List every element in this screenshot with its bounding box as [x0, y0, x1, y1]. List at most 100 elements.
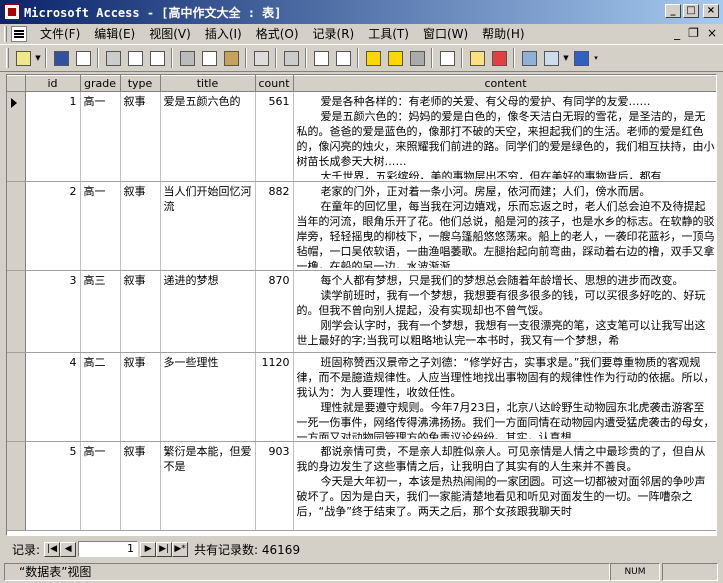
hyperlink-button[interactable]	[280, 47, 302, 69]
print-preview-button[interactable]	[124, 47, 146, 69]
current-record-input[interactable]: 1	[78, 541, 139, 557]
table-row[interactable]: 1 高一 叙事 爱是五颜六色的 561 爱是各种各样的：有老师的关爱、有父母的爱…	[7, 91, 716, 182]
mdi-restore-button[interactable]: ❐	[688, 26, 699, 40]
column-header-id[interactable]: id	[25, 75, 81, 92]
menu-view[interactable]: 视图(V)	[142, 25, 198, 43]
cell-grade[interactable]: 高三	[80, 270, 121, 353]
minimize-button[interactable]: _	[665, 4, 681, 18]
cell-id[interactable]: 5	[25, 441, 81, 531]
menu-format[interactable]: 格式(O)	[249, 25, 306, 43]
chevron-down-icon[interactable]: ▼	[34, 54, 42, 62]
cell-grade[interactable]: 高二	[80, 352, 121, 442]
menu-tools[interactable]: 工具(T)	[361, 25, 416, 43]
cell-grade[interactable]: 高一	[80, 181, 121, 271]
undo-button[interactable]	[250, 47, 272, 69]
table-row[interactable]: 3 高三 叙事 递进的梦想 870 每个人都有梦想，只是我们的梦想总会随着年龄增…	[7, 270, 716, 353]
menu-records[interactable]: 记录(R)	[306, 25, 362, 43]
cell-content[interactable]: 爱是各种各样的：有老师的关爱、有父母的爱护、有同学的友爱…… 爱是五颜六色的：妈妈…	[293, 91, 716, 182]
menu-help[interactable]: 帮助(H)	[475, 25, 531, 43]
record-selector[interactable]	[7, 181, 26, 271]
maximize-button[interactable]: □	[683, 4, 699, 18]
cell-type[interactable]: 叙事	[120, 441, 161, 531]
save-button[interactable]	[50, 47, 72, 69]
last-record-button[interactable]: ▶|	[156, 541, 173, 557]
access-app-icon[interactable]	[4, 4, 20, 20]
cell-content[interactable]: 老家的门外，正对着一条小河。房屋，依河而建；人们，傍水而居。 在童年的回忆里，每当…	[293, 181, 716, 271]
new-record-nav-button[interactable]: ▶*	[172, 541, 189, 557]
cell-title[interactable]: 当人们开始回忆河流	[160, 181, 256, 271]
help-button[interactable]	[570, 47, 592, 69]
filter-by-selection-button[interactable]	[362, 47, 384, 69]
record-selector[interactable]	[7, 441, 26, 531]
mdi-minimize-button[interactable]: _	[674, 26, 680, 40]
first-record-button[interactable]: |◀	[44, 541, 61, 557]
column-header-title[interactable]: title	[160, 75, 256, 92]
menu-edit[interactable]: 编辑(E)	[87, 25, 142, 43]
record-selector[interactable]	[7, 91, 26, 182]
close-button[interactable]: ×	[703, 4, 719, 18]
record-selector[interactable]	[7, 352, 26, 442]
cell-count[interactable]: 561	[255, 91, 294, 182]
spelling-button[interactable]	[146, 47, 168, 69]
cell-title[interactable]: 递进的梦想	[160, 270, 256, 353]
menu-insert[interactable]: 插入(I)	[198, 25, 249, 43]
cell-content[interactable]: 都说亲情可贵，不是亲人却胜似亲人。可见亲情是人情之中最珍贵的了，但自从我的身边发…	[293, 441, 716, 531]
sort-descending-button[interactable]	[332, 47, 354, 69]
toolbar-options-icon[interactable]: ▾	[592, 54, 600, 62]
print-button[interactable]	[102, 47, 124, 69]
status-panel	[662, 563, 718, 581]
datasheet-grid[interactable]: id grade type title count content 1 高一 叙…	[6, 74, 717, 536]
cell-grade[interactable]: 高一	[80, 441, 121, 531]
menu-window[interactable]: 窗口(W)	[416, 25, 475, 43]
cell-count[interactable]: 1120	[255, 352, 294, 442]
column-header-grade[interactable]: grade	[80, 75, 121, 92]
record-selector[interactable]	[7, 270, 26, 353]
cell-content[interactable]: 班固称赞西汉景帝之子刘德：“修学好古，实事求是。”我们要尊重物质的客观规律，而不…	[293, 352, 716, 442]
previous-record-button[interactable]: ◀	[60, 541, 77, 557]
column-header-count[interactable]: count	[255, 75, 294, 92]
paste-button[interactable]	[220, 47, 242, 69]
database-window-button[interactable]	[518, 47, 540, 69]
chevron-down-icon[interactable]: ▼	[562, 54, 570, 62]
cell-id[interactable]: 1	[25, 91, 81, 182]
table-row[interactable]: 5 高一 叙事 繁衍是本能，但爱不是 903 都说亲情可贵，不是亲人却胜似亲人。…	[7, 441, 716, 531]
filter-by-form-button[interactable]	[384, 47, 406, 69]
find-button[interactable]	[436, 47, 458, 69]
search-button[interactable]	[72, 47, 94, 69]
toolbar-grip[interactable]	[6, 48, 9, 68]
cell-id[interactable]: 4	[25, 352, 81, 442]
cell-count[interactable]: 870	[255, 270, 294, 353]
table-window-icon[interactable]	[11, 26, 27, 42]
cell-count[interactable]: 903	[255, 441, 294, 531]
cell-type[interactable]: 叙事	[120, 270, 161, 353]
cell-title[interactable]: 多一些理性	[160, 352, 256, 442]
new-record-button[interactable]	[466, 47, 488, 69]
menu-file[interactable]: 文件(F)	[33, 25, 87, 43]
copy-button[interactable]	[198, 47, 220, 69]
new-object-button[interactable]	[540, 47, 562, 69]
menubar-grip[interactable]	[4, 26, 7, 42]
cell-id[interactable]: 3	[25, 270, 81, 353]
cell-grade[interactable]: 高一	[80, 91, 121, 182]
sort-ascending-button[interactable]	[310, 47, 332, 69]
cell-id[interactable]: 2	[25, 181, 81, 271]
apply-filter-button[interactable]	[406, 47, 428, 69]
cell-type[interactable]: 叙事	[120, 352, 161, 442]
table-row[interactable]: 4 高二 叙事 多一些理性 1120 班固称赞西汉景帝之子刘德：“修学好古，实事…	[7, 352, 716, 442]
cell-count[interactable]: 882	[255, 181, 294, 271]
cell-content[interactable]: 每个人都有梦想，只是我们的梦想总会随着年龄增长、思想的进步而改变。 读学前班时，我…	[293, 270, 716, 353]
cut-button[interactable]	[176, 47, 198, 69]
next-record-button[interactable]: ▶	[140, 541, 157, 557]
mdi-close-button[interactable]: ×	[707, 26, 717, 40]
table-row[interactable]: 2 高一 叙事 当人们开始回忆河流 882 老家的门外，正对着一条小河。房屋，依…	[7, 181, 716, 271]
delete-record-button[interactable]	[488, 47, 510, 69]
cell-type[interactable]: 叙事	[120, 181, 161, 271]
title-bar[interactable]: Microsoft Access - [高中作文大全 : 表] _ □ ×	[0, 0, 723, 24]
design-view-button[interactable]	[12, 47, 34, 69]
cell-title[interactable]: 繁衍是本能，但爱不是	[160, 441, 256, 531]
cell-type[interactable]: 叙事	[120, 91, 161, 182]
column-header-content[interactable]: content	[293, 75, 716, 92]
select-all-box[interactable]	[7, 75, 26, 92]
cell-title[interactable]: 爱是五颜六色的	[160, 91, 256, 182]
column-header-type[interactable]: type	[120, 75, 161, 92]
